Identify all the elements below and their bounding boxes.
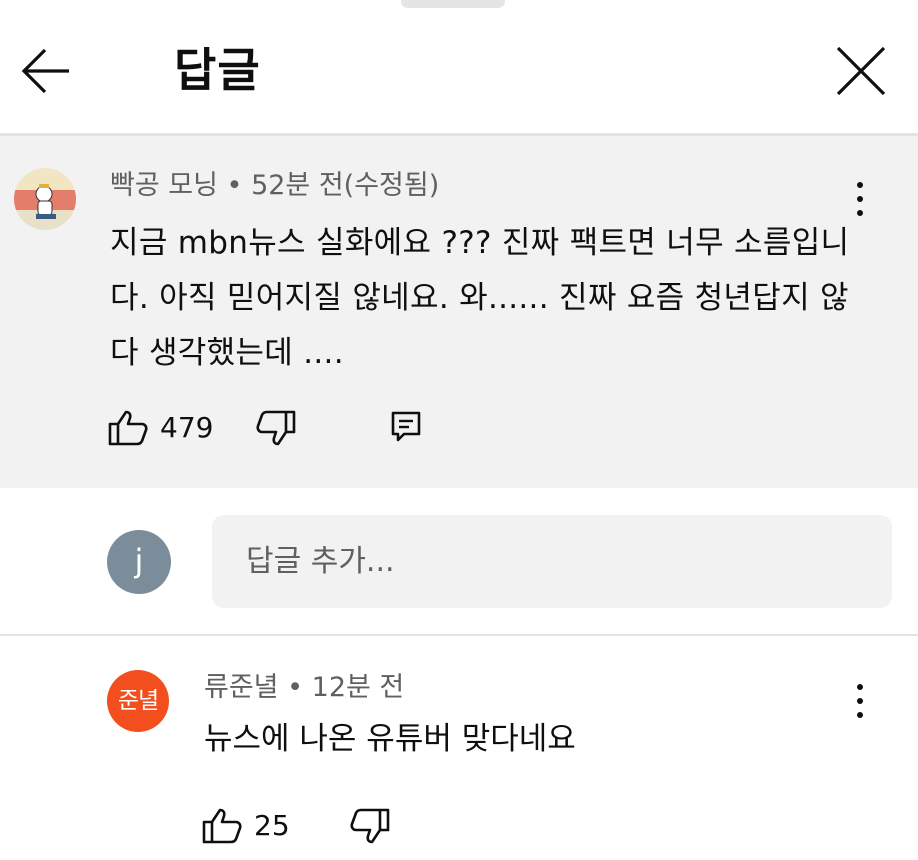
like-button[interactable]: 479	[108, 406, 218, 450]
close-button[interactable]	[834, 44, 888, 98]
comment-time: 12분 전	[311, 672, 405, 703]
more-vert-icon-dot	[857, 196, 863, 202]
parent-comment-text: 지금 mbn뉴스 실화에요 ??? 진짜 팩트면 너무 소름입니다. 아직 믿어…	[110, 225, 850, 371]
reply-actions: 25	[202, 804, 502, 848]
parent-comment-more-button[interactable]	[848, 179, 872, 219]
close-icon	[836, 46, 886, 96]
comment-time: 52분 전(수정됨)	[251, 170, 440, 201]
like-button[interactable]: 25	[202, 804, 302, 848]
thumb-down-icon	[256, 410, 296, 446]
add-reply-row: j	[0, 488, 918, 634]
meta-separator: •	[226, 170, 252, 201]
thumb-up-icon	[108, 410, 148, 446]
reply-comment: 준녈 류준녈 • 12분 전 뉴스에 나온 유튜버 맞다네요 25	[0, 636, 918, 860]
reply-sheet-header: 답글	[0, 0, 918, 134]
thumb-up-icon	[202, 808, 242, 844]
my-avatar[interactable]: j	[107, 530, 171, 594]
add-reply-input[interactable]	[212, 515, 892, 608]
author-name[interactable]: 빡공 모닝	[110, 170, 218, 201]
like-count: 479	[160, 411, 214, 444]
more-vert-icon-dot	[857, 698, 863, 704]
page-title: 답글	[174, 43, 261, 97]
author-name[interactable]: 류준녈	[204, 672, 279, 703]
reply-text: 뉴스에 나온 유튜버 맞다네요	[204, 721, 576, 757]
dislike-button[interactable]	[350, 804, 390, 848]
reply-meta: 류준녈 • 12분 전	[204, 668, 404, 708]
more-vert-icon	[857, 182, 863, 188]
more-vert-icon	[857, 684, 863, 690]
dislike-button[interactable]	[256, 406, 296, 450]
parent-comment-meta: 빡공 모닝 • 52분 전(수정됨)	[110, 166, 439, 206]
comment-icon	[391, 411, 421, 442]
like-count: 25	[254, 809, 290, 842]
character-avatar-icon	[14, 168, 76, 230]
back-arrow-icon	[21, 48, 69, 94]
meta-separator: •	[287, 672, 312, 703]
reply-more-button[interactable]	[848, 681, 872, 721]
reply-avatar[interactable]: 준녈	[107, 670, 169, 732]
parent-comment-avatar[interactable]	[14, 168, 76, 230]
reply-button[interactable]	[390, 406, 426, 450]
parent-comment: 빡공 모닝 • 52분 전(수정됨) 지금 mbn뉴스 실화에요 ??? 진짜 …	[0, 136, 918, 488]
back-button[interactable]	[20, 47, 72, 95]
thumb-down-icon	[350, 808, 390, 844]
parent-comment-actions: 479	[108, 406, 508, 450]
more-vert-icon-dot	[857, 712, 863, 718]
